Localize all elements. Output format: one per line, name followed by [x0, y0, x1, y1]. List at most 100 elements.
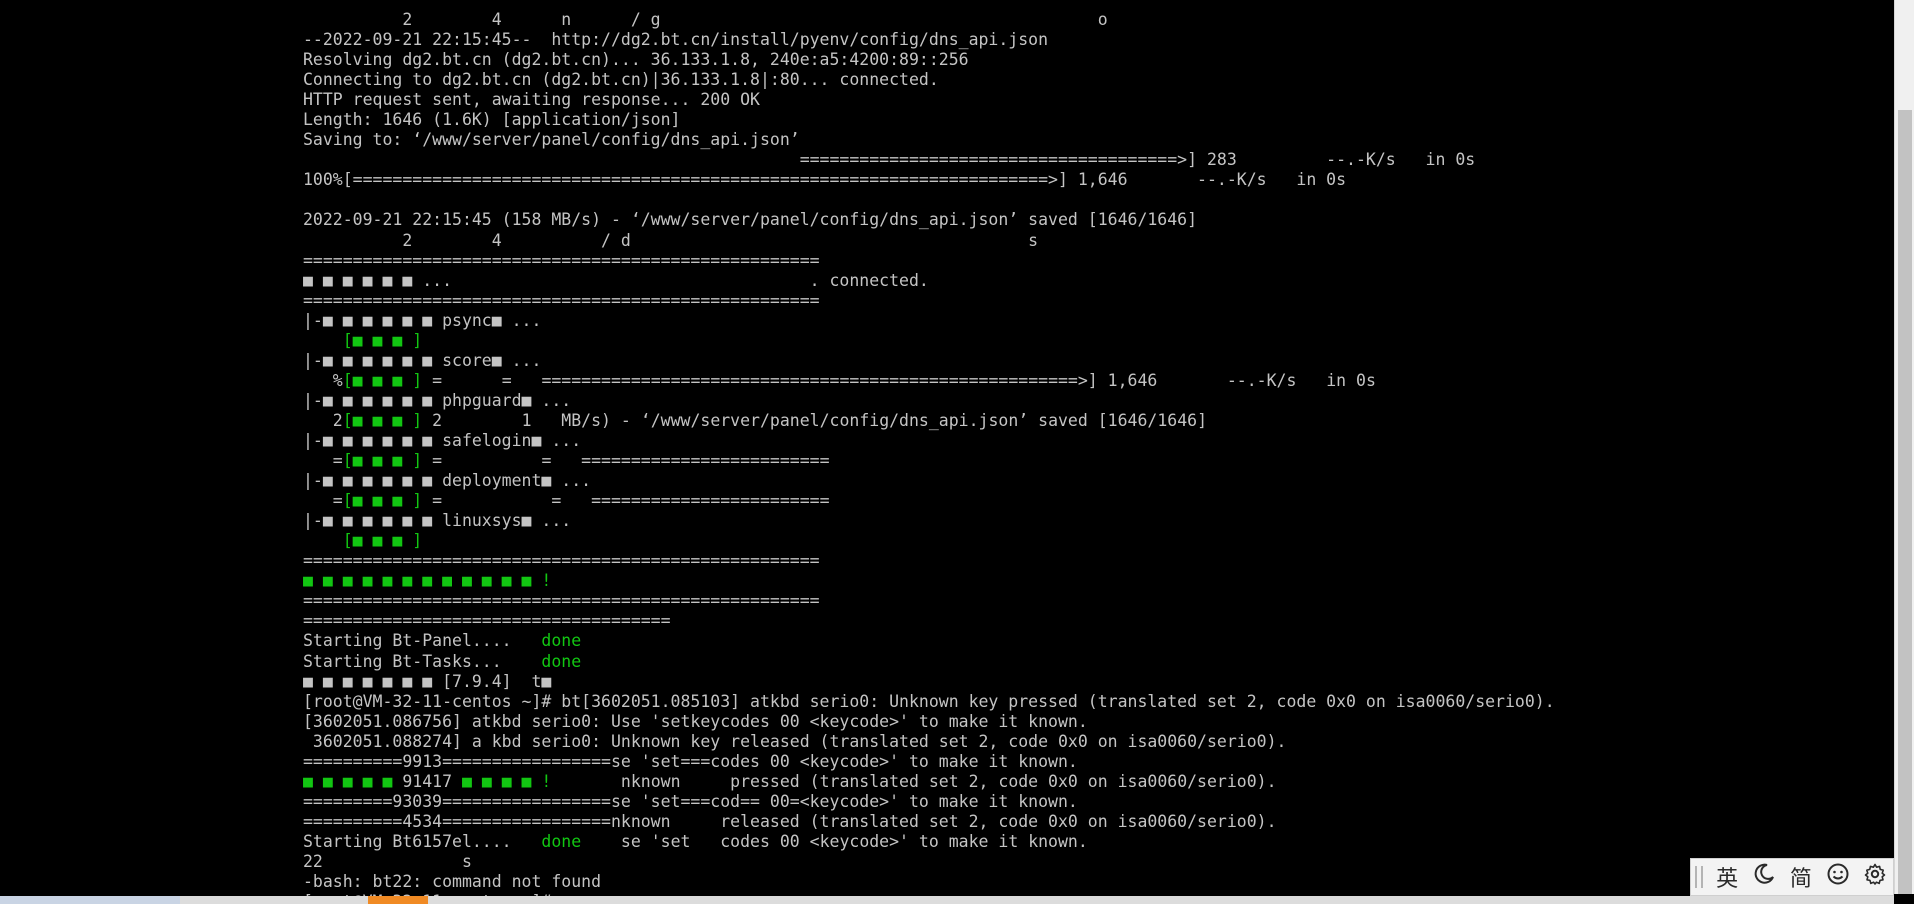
smiley-icon-button[interactable] — [1819, 860, 1856, 894]
terminal-text: ===================================== — [303, 611, 671, 631]
terminal-line: |-■ ■ ■ ■ ■ ■ linuxsys■ ... — [303, 511, 1555, 531]
settings-button[interactable] — [1856, 860, 1893, 894]
terminal-text: 91417 — [402, 771, 462, 791]
terminal-line: ■ ■ ■ ■ ■ 91417 ■ ■ ■ ■ ! nknown pressed… — [303, 772, 1555, 792]
smiley-icon — [1826, 862, 1850, 892]
terminal-text: = — [303, 491, 343, 511]
terminal-line: --2022-09-21 22:15:45-- http://dg2.bt.cn… — [303, 30, 1555, 50]
ime-language-label: 英 — [1716, 867, 1739, 892]
terminal-text: |-■ ■ ■ ■ ■ ■ score■ ... — [303, 350, 542, 370]
terminal-output[interactable]: 2 4 n / g o --2022-09-21 22:15:45-- http:… — [303, 10, 1555, 904]
terminal-text: 2 1 MB/s) - ‘/www/server/panel/config/dn… — [422, 410, 1208, 430]
terminal-text: 2022-09-21 22:15:45 (158 MB/s) - ‘/www/s… — [303, 210, 1198, 230]
terminal-line: ======================================>]… — [303, 150, 1555, 170]
bottom-status-strip — [0, 896, 1894, 904]
terminal-text: nknown pressed (translated set 2, code 0… — [551, 771, 1277, 791]
terminal-text: --2022-09-21 22:15:45-- http://dg2.bt.cn… — [303, 30, 1049, 50]
terminal-line: Saving to: ‘/www/server/panel/config/dns… — [303, 130, 1555, 150]
terminal-line: 22 s — [303, 852, 1555, 872]
terminal-line: Resolving dg2.bt.cn (dg2.bt.cn)... 36.13… — [303, 50, 1555, 70]
terminal-green-text: [■ ■ ■ ] — [342, 410, 423, 430]
terminal-line: %[■ ■ ■ ] = = ==========================… — [303, 371, 1555, 391]
terminal-line: 2022-09-21 22:15:45 (158 MB/s) - ‘/www/s… — [303, 210, 1555, 230]
terminal-text: ==========4534=================nknown re… — [303, 811, 1277, 831]
terminal-text: = — [303, 451, 343, 471]
terminal-line: ========================================… — [303, 251, 1555, 271]
terminal-text: ========================================… — [303, 551, 820, 571]
terminal-line: =========93039=================se 'set==… — [303, 792, 1555, 812]
terminal-line: 2 4 n / g o — [303, 10, 1555, 30]
status-strip-segment — [0, 896, 180, 904]
terminal-line: ■ ■ ■ ■ ■ ■ ■ ■ ■ ■ ■ ■ ! — [303, 571, 1555, 591]
terminal-text: Starting Bt-Tasks... — [303, 651, 542, 671]
terminal-line: [root@VM-32-11-centos ~]# bt[3602051.085… — [303, 692, 1555, 712]
vertical-scrollbar[interactable] — [1894, 0, 1914, 894]
terminal-text: |-■ ■ ■ ■ ■ ■ deployment■ ... — [303, 471, 592, 491]
terminal-line: |-■ ■ ■ ■ ■ ■ safelogin■ ... — [303, 431, 1555, 451]
terminal-line: -bash: bt22: command not found — [303, 872, 1555, 892]
terminal-text: = = ====================================… — [422, 370, 1376, 390]
terminal-text: 2 4 n / g o — [303, 10, 1108, 29]
terminal-line: 2 4 / d s — [303, 231, 1555, 251]
terminal-text: 2 — [303, 410, 343, 430]
terminal-green-text: ■ ■ ■ ■ ■ — [303, 771, 403, 791]
terminal-green-text: done — [541, 651, 582, 671]
ime-toolbar[interactable]: 英 简 — [1690, 858, 1894, 896]
terminal-line: Starting Bt6157el.... done se 'set codes… — [303, 832, 1555, 852]
console-screen[interactable]: 2 4 n / g o --2022-09-21 22:15:45-- http:… — [0, 0, 1914, 904]
terminal-text: HTTP request sent, awaiting response... … — [303, 90, 760, 110]
terminal-text: ==========9913=================se 'set==… — [303, 751, 1078, 771]
terminal-text: |-■ ■ ■ ■ ■ ■ linuxsys■ ... — [303, 511, 572, 531]
scrollbar-thumb[interactable] — [1898, 110, 1912, 894]
terminal-line: =[■ ■ ■ ] = = ========================= — [303, 451, 1555, 471]
terminal-line: [■ ■ ■ ] — [303, 331, 1555, 351]
terminal-text: % — [303, 370, 343, 390]
terminal-line: 100%[===================================… — [303, 170, 1555, 190]
terminal-text: [3602051.086756] atkbd serio0: Use 'setk… — [303, 711, 1088, 731]
terminal-text: |-■ ■ ■ ■ ■ ■ safelogin■ ... — [303, 430, 582, 450]
terminal-line: |-■ ■ ■ ■ ■ ■ score■ ... — [303, 351, 1555, 371]
terminal-text: se 'set codes 00 <keycode>' to make it k… — [581, 831, 1088, 851]
drag-handle-icon[interactable] — [1695, 866, 1703, 888]
terminal-text: 100%[===================================… — [303, 170, 1347, 190]
terminal-text: Resolving dg2.bt.cn (dg2.bt.cn)... 36.13… — [303, 50, 969, 70]
terminal-text: |-■ ■ ■ ■ ■ ■ phpguard■ ... — [303, 390, 572, 410]
terminal-line: |-■ ■ ■ ■ ■ ■ phpguard■ ... — [303, 391, 1555, 411]
terminal-line: ■ ■ ■ ■ ■ ■ ■ [7.9.4] t■ — [303, 672, 1555, 692]
terminal-text: = = ======================== — [422, 491, 830, 511]
status-strip-highlight — [368, 896, 428, 904]
terminal-line: 3602051.088274] a kbd serio0: Unknown ke… — [303, 732, 1555, 752]
terminal-line: Starting Bt-Tasks... done — [303, 652, 1555, 672]
terminal-text: [root@VM-32-11-centos ~]# bt[3602051.085… — [303, 691, 1555, 711]
ime-script-toggle[interactable]: 简 — [1782, 860, 1819, 894]
terminal-green-text: done — [541, 831, 582, 851]
terminal-line: Connecting to dg2.bt.cn (dg2.bt.cn)|36.1… — [303, 70, 1555, 90]
terminal-text: Length: 1646 (1.6K) [application/json] — [303, 110, 681, 130]
gear-icon — [1863, 862, 1887, 892]
terminal-line: ========================================… — [303, 551, 1555, 571]
terminal-line: ■ ■ ■ ■ ■ ■ ... . connected. — [303, 271, 1555, 291]
terminal-green-text: ■ ■ ■ ■ ■ ■ ■ ■ ■ ■ ■ ■ ! — [303, 571, 552, 591]
terminal-line: HTTP request sent, awaiting response... … — [303, 90, 1555, 110]
terminal-text: -bash: bt22: command not found — [303, 872, 602, 892]
terminal-line: ===================================== — [303, 611, 1555, 631]
ime-script-label: 简 — [1789, 867, 1812, 892]
terminal-green-text: ■ ■ ■ ■ ! — [461, 771, 552, 791]
terminal-line: ========================================… — [303, 291, 1555, 311]
terminal-text: 22 s — [303, 851, 472, 871]
moon-icon-button[interactable] — [1746, 860, 1783, 894]
moon-icon — [1752, 862, 1776, 892]
terminal-green-text: [■ ■ ■ ] — [342, 531, 423, 551]
terminal-line: [3602051.086756] atkbd serio0: Use 'setk… — [303, 712, 1555, 732]
terminal-text: ========================================… — [303, 290, 820, 310]
terminal-text: ========================================… — [303, 591, 820, 611]
terminal-line: =[■ ■ ■ ] = = ======================== — [303, 491, 1555, 511]
ime-language-toggle[interactable]: 英 — [1709, 860, 1746, 894]
terminal-line: ========================================… — [303, 591, 1555, 611]
terminal-green-text: [■ ■ ■ ] — [342, 330, 423, 350]
terminal-line: ==========4534=================nknown re… — [303, 812, 1555, 832]
terminal-text: =========93039=================se 'set==… — [303, 791, 1078, 811]
